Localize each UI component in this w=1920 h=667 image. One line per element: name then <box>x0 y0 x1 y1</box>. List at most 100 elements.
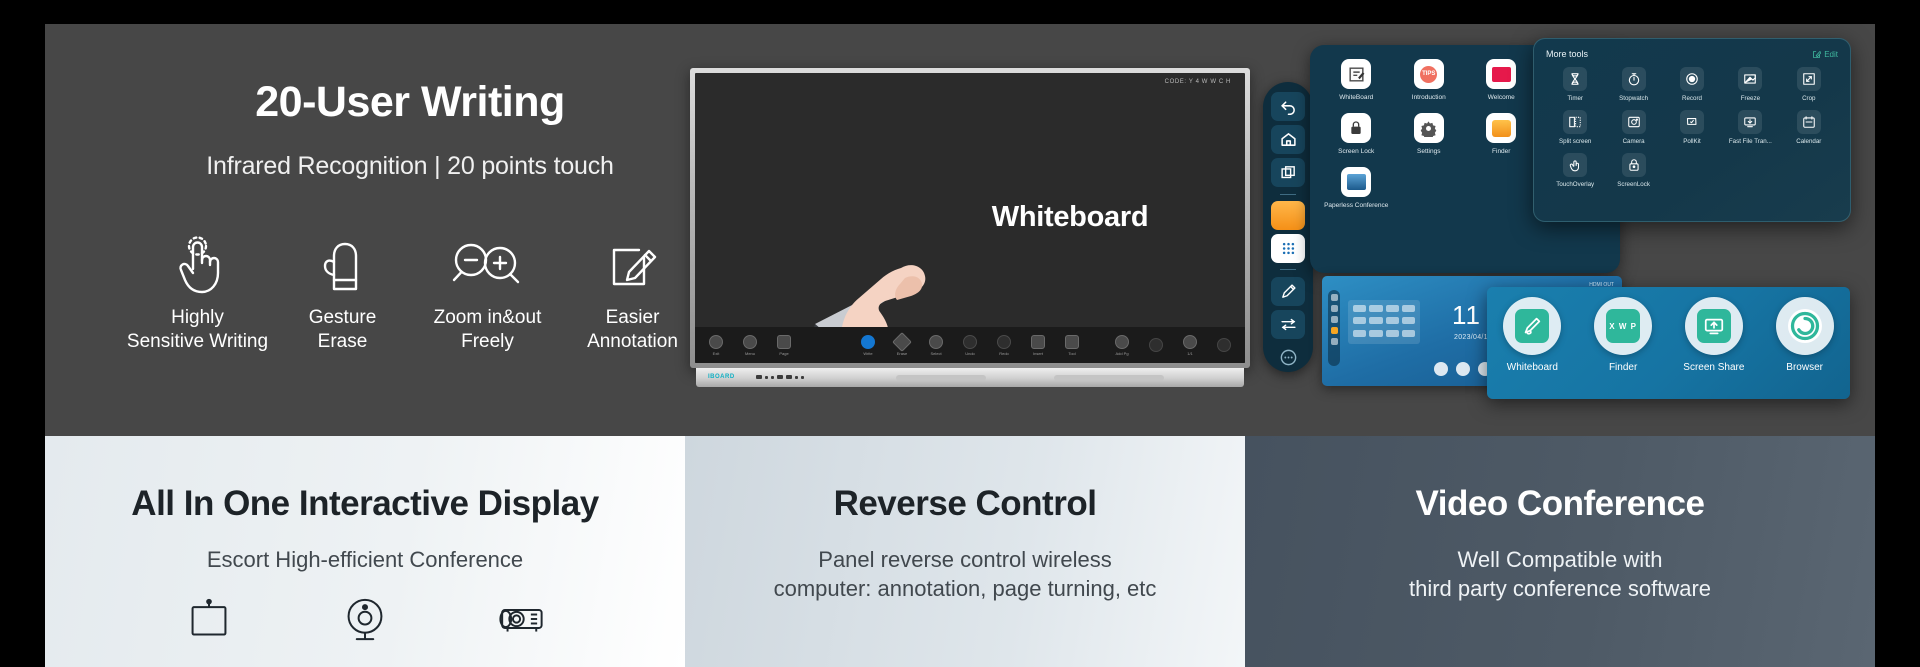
toolbar-label: Undo <box>965 350 975 356</box>
toolbar-label: Add Pg <box>1115 350 1129 356</box>
exit-icon <box>709 334 723 349</box>
app-label: Screen Lock <box>1338 148 1375 155</box>
whiteboard-toolbar[interactable]: Exit Menu Page Write Erase Select Undo R… <box>695 327 1245 363</box>
feature-label-line2: Erase <box>317 330 368 352</box>
interactive-display: CODE: Y 4 W W C H Whiteboard Exit Menu P… <box>690 68 1250 396</box>
rail-dot <box>1330 305 1338 312</box>
tool-item-timer[interactable]: Timer <box>1546 67 1604 102</box>
toolbar-button-insert[interactable]: Insert <box>1027 334 1049 356</box>
rail-dot-active <box>1330 327 1338 334</box>
select-icon <box>929 334 943 349</box>
dock-icon-whiteboard[interactable] <box>1434 362 1448 376</box>
tool-item-fast-file-transfer[interactable]: Fast File Tran... <box>1721 110 1779 145</box>
circle-app-label: Browser <box>1786 362 1823 373</box>
circle-app-label: Finder <box>1608 362 1638 373</box>
tool-item-touch-overlay[interactable]: TouchOverlay <box>1546 153 1604 188</box>
toolbar-button-dot-a[interactable] <box>1145 338 1167 352</box>
pen-icon[interactable] <box>1271 276 1305 306</box>
circle-bg <box>1684 297 1743 355</box>
port <box>795 375 798 379</box>
app-item-finder[interactable]: Finder <box>1465 113 1538 155</box>
mini-tile <box>1353 305 1367 312</box>
whiteboard-icon <box>1341 59 1372 89</box>
circle-app-finder[interactable]: X W P Finder <box>1583 297 1663 373</box>
tool-item-calendar[interactable]: Calendar <box>1780 110 1838 145</box>
feature-label: Zoom in&out Freely <box>415 306 560 354</box>
split-screen-icon <box>1563 110 1588 134</box>
toolbar-button-select[interactable]: Select <box>925 334 947 356</box>
dock-icon-finder[interactable] <box>1456 362 1470 376</box>
edit-button[interactable]: Edit <box>1812 50 1838 59</box>
tool-item-record[interactable]: Record <box>1663 67 1721 102</box>
mini-tile <box>1353 317 1367 325</box>
toolbar-button-exit[interactable]: Exit <box>705 334 727 356</box>
app-item-settings[interactable]: Settings <box>1393 113 1466 155</box>
floating-side-toolbar[interactable] <box>1263 82 1313 372</box>
bottom-panel-subtitle: Panel reverse control wireless computer:… <box>685 545 1245 603</box>
tool-item-split-screen[interactable]: Split screen <box>1546 110 1604 145</box>
app-item-paperless-conference[interactable]: Paperless Conference <box>1320 167 1393 209</box>
feature-label-line2: Annotation <box>587 330 678 352</box>
mini-tile <box>1369 317 1383 325</box>
toolbar-button-add-page[interactable]: Add Pg <box>1111 334 1133 356</box>
mini-tile <box>1369 329 1383 337</box>
display-bezel: CODE: Y 4 W W C H Whiteboard Exit Menu P… <box>690 68 1250 368</box>
toolbar-group-right: Add Pg 1/1 <box>1111 334 1235 356</box>
tool-item-freeze[interactable]: Freeze <box>1721 67 1779 102</box>
circle-app-screen-share[interactable]: Screen Share <box>1674 297 1754 373</box>
app-label: Settings <box>1417 148 1441 155</box>
feature-label-line2: Freely <box>461 330 514 352</box>
tool-label: Record <box>1682 95 1702 102</box>
tool-item-stopwatch[interactable]: Stopwatch <box>1604 67 1662 102</box>
toolbar-button-undo[interactable]: Undo <box>959 334 981 356</box>
circle-app-browser[interactable]: Browser <box>1765 297 1845 373</box>
bottom-panel-icon-row <box>45 596 685 642</box>
toolbar-button-redo[interactable]: Redo <box>993 334 1015 356</box>
feature-item-highly-sensitive-writing: Highly Sensitive Writing <box>125 234 270 354</box>
tool-label: Fast File Tran... <box>1728 138 1772 145</box>
circular-app-overlay[interactable]: Whiteboard X W P Finder Screen Share Bro… <box>1487 287 1850 399</box>
tool-item-screen-lock[interactable]: ScreenLock <box>1604 153 1662 188</box>
tool-item-pollkit[interactable]: PollKit <box>1663 110 1721 145</box>
more-circle-icon[interactable] <box>1271 343 1305 372</box>
mini-tile <box>1385 317 1399 325</box>
toolbar-button-settings[interactable]: 1/1 <box>1179 334 1201 356</box>
circle-app-whiteboard[interactable]: Whiteboard <box>1492 297 1572 373</box>
app-item-welcome[interactable]: Welcome <box>1465 59 1538 101</box>
tool-item-camera[interactable]: Camera <box>1604 110 1662 145</box>
app-item-whiteboard[interactable]: WhiteBoard <box>1320 59 1393 101</box>
finder-badge: X W P <box>1609 321 1637 331</box>
toolbar-button-page[interactable]: Page <box>773 334 795 356</box>
rail-divider <box>1276 191 1300 197</box>
app-grid-icon[interactable] <box>1271 234 1305 264</box>
orange-square-icon[interactable] <box>1271 200 1305 230</box>
toolbar-button-write[interactable]: Write <box>857 334 879 356</box>
more-tools-panel[interactable]: More tools Edit Timer Stopwatch Record F… <box>1533 38 1851 222</box>
bottom-panel-title: Reverse Control <box>833 484 1097 523</box>
app-item-introduction[interactable]: TIPS Introduction <box>1393 59 1466 101</box>
hourglass-icon <box>1563 67 1588 91</box>
tool-item-crop[interactable]: Crop <box>1780 67 1838 102</box>
finder-folder-icon: X W P <box>1606 309 1641 343</box>
circle-bg: X W P <box>1594 297 1653 355</box>
pencil-square-icon <box>560 234 705 296</box>
toolbar-button-dot-b[interactable] <box>1213 338 1235 352</box>
brand-logo: IBOARD <box>708 374 735 380</box>
back-arrow-icon[interactable] <box>1271 92 1305 122</box>
toolbar-button-menu[interactable]: Menu <box>739 334 761 356</box>
lock-icon <box>1341 113 1372 143</box>
multitask-icon[interactable] <box>1271 158 1305 188</box>
toolbar-button-tool[interactable]: Tool <box>1061 334 1083 356</box>
app-item-screen-lock[interactable]: Screen Lock <box>1320 113 1393 155</box>
touch-overlay-icon <box>1563 153 1588 177</box>
bottom-panel-subtitle: Escort High-efficient Conference <box>206 547 524 572</box>
tool-label: Freeze <box>1740 95 1761 102</box>
home-icon[interactable] <box>1271 125 1305 155</box>
toolbar-button-erase[interactable]: Erase <box>891 331 913 356</box>
redo-icon <box>997 334 1011 349</box>
home-side-rail[interactable] <box>1328 290 1340 366</box>
sliders-icon[interactable] <box>1271 309 1305 339</box>
mini-tile <box>1369 305 1383 312</box>
more-tools-grid: Timer Stopwatch Record Freeze Crop Split… <box>1546 67 1838 188</box>
feature-label: Highly Sensitive Writing <box>125 306 270 354</box>
